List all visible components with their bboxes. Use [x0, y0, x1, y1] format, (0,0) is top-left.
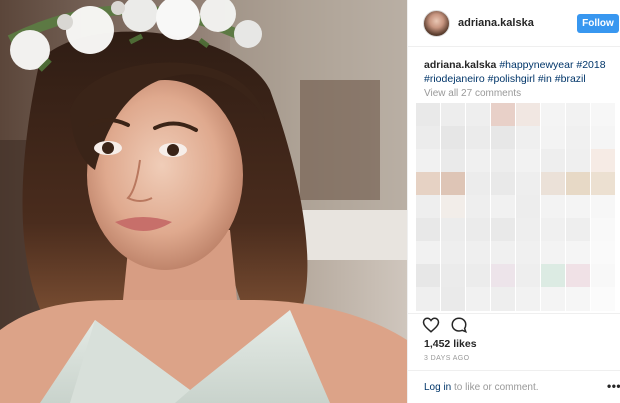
- caption-username[interactable]: adriana.kalska: [424, 59, 496, 71]
- blurred-comment-block: [491, 264, 515, 288]
- blurred-comment-block: [416, 287, 440, 311]
- blurred-comment-block: [541, 172, 565, 196]
- blurred-comment-block: [516, 103, 540, 127]
- blurred-comment-block: [566, 172, 590, 196]
- blurred-comment-block: [566, 149, 590, 173]
- blurred-comment-block: [516, 195, 540, 219]
- blurred-comment-block: [491, 241, 515, 265]
- blurred-comment-block: [466, 126, 490, 150]
- blurred-comment-block: [416, 218, 440, 242]
- blurred-comment-block: [591, 218, 615, 242]
- blurred-comment-block: [591, 264, 615, 288]
- blurred-comment-block: [416, 195, 440, 219]
- blurred-comment-block: [466, 287, 490, 311]
- blurred-comment-block: [416, 241, 440, 265]
- blurred-comment-block: [566, 264, 590, 288]
- blurred-comment-block: [416, 149, 440, 173]
- blurred-comment-block: [491, 103, 515, 127]
- blurred-comment-block: [466, 172, 490, 196]
- blurred-comment-block: [466, 264, 490, 288]
- follow-button[interactable]: Follow: [577, 14, 619, 33]
- login-prompt-text: to like or comment.: [451, 382, 539, 393]
- login-link[interactable]: Log in: [424, 382, 451, 393]
- blurred-comment-block: [441, 195, 465, 219]
- blurred-comment-block: [591, 241, 615, 265]
- blurred-comment-block: [566, 195, 590, 219]
- hashtag-happynewyear[interactable]: #happynewyear: [499, 59, 573, 71]
- blurred-comment-block: [541, 287, 565, 311]
- post-side-panel: adriana.kalska Follow adriana.kalska #ha…: [407, 0, 620, 403]
- blurred-comment-block: [541, 264, 565, 288]
- blurred-comment-block: [591, 195, 615, 219]
- blurred-comment-block: [591, 126, 615, 150]
- blurred-comment-block: [566, 126, 590, 150]
- blurred-comment-block: [566, 218, 590, 242]
- blurred-comment-block: [541, 149, 565, 173]
- post-caption: adriana.kalska #happynewyear #2018 #riod…: [424, 58, 614, 86]
- comment-bar: Log in to like or comment. •••: [408, 370, 620, 403]
- blurred-comment-block: [491, 172, 515, 196]
- post-header: adriana.kalska Follow: [408, 0, 620, 47]
- blurred-comment-block: [516, 172, 540, 196]
- blurred-comment-block: [466, 195, 490, 219]
- blurred-comment-block: [491, 195, 515, 219]
- blurred-comment-block: [591, 287, 615, 311]
- blurred-comment-block: [541, 195, 565, 219]
- blurred-comment-block: [466, 218, 490, 242]
- blurred-comment-block: [541, 241, 565, 265]
- blurred-comment-block: [591, 172, 615, 196]
- blurred-comment-block: [441, 241, 465, 265]
- blurred-comment-block: [466, 103, 490, 127]
- blurred-comment-block: [441, 287, 465, 311]
- heart-icon[interactable]: [422, 316, 440, 334]
- blurred-comment-block: [516, 264, 540, 288]
- login-prompt: Log in to like or comment.: [424, 382, 539, 393]
- blurred-comment-block: [491, 287, 515, 311]
- blurred-comments: [416, 103, 619, 311]
- blurred-comment-block: [416, 264, 440, 288]
- blurred-comment-block: [516, 149, 540, 173]
- blurred-comment-block: [491, 218, 515, 242]
- post-photo[interactable]: [0, 0, 407, 403]
- blurred-comment-block: [441, 172, 465, 196]
- header-username[interactable]: adriana.kalska: [458, 17, 534, 29]
- blurred-comment-block: [441, 264, 465, 288]
- blurred-comment-block: [441, 149, 465, 173]
- blurred-comment-block: [491, 126, 515, 150]
- more-options-icon[interactable]: •••: [607, 379, 620, 393]
- blurred-comment-block: [441, 218, 465, 242]
- blurred-comment-block: [516, 287, 540, 311]
- action-bar: [408, 313, 620, 335]
- blurred-comment-block: [566, 103, 590, 127]
- hashtag-in[interactable]: #in: [538, 73, 552, 85]
- blurred-comment-block: [416, 103, 440, 127]
- blurred-comment-block: [591, 103, 615, 127]
- selfie-illustration: [0, 0, 407, 403]
- blurred-comment-block: [466, 241, 490, 265]
- blurred-comment-block: [441, 126, 465, 150]
- blurred-comment-block: [416, 126, 440, 150]
- hashtag-brazil[interactable]: #brazil: [555, 73, 586, 85]
- blurred-comment-block: [516, 218, 540, 242]
- blurred-comment-block: [566, 287, 590, 311]
- blurred-comment-block: [566, 241, 590, 265]
- blurred-comment-block: [441, 103, 465, 127]
- blurred-comment-block: [491, 149, 515, 173]
- view-all-comments-link[interactable]: View all 27 comments: [424, 88, 521, 99]
- blurred-comment-block: [466, 149, 490, 173]
- blurred-comment-block: [591, 149, 615, 173]
- avatar[interactable]: [423, 10, 450, 37]
- hashtag-2018[interactable]: #2018: [576, 59, 605, 71]
- likes-count[interactable]: 1,452 likes: [424, 338, 477, 350]
- blurred-comment-block: [516, 126, 540, 150]
- blurred-comment-block: [541, 218, 565, 242]
- blurred-comment-block: [541, 103, 565, 127]
- post-timestamp[interactable]: 3 DAYS AGO: [424, 355, 470, 362]
- hashtag-riodejaneiro[interactable]: #riodejaneiro: [424, 73, 485, 85]
- blurred-comment-block: [516, 241, 540, 265]
- hashtag-polishgirl[interactable]: #polishgirl: [488, 73, 535, 85]
- speech-bubble-icon[interactable]: [450, 316, 468, 334]
- blurred-comment-block: [416, 172, 440, 196]
- blurred-comment-block: [541, 126, 565, 150]
